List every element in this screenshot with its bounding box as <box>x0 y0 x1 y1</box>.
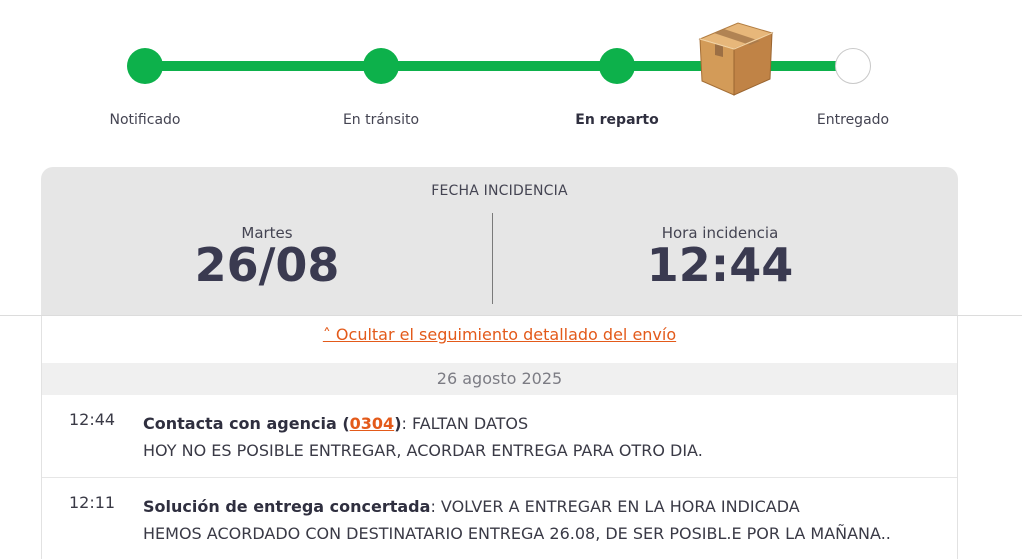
shipment-tracking-page: Notificado En tránsito En reparto Entreg… <box>0 0 1022 559</box>
progress-track-segment <box>396 61 608 71</box>
event-text: Contacta con agencia (0304): FALTAN DATO… <box>143 410 703 464</box>
step-label-en-transito: En tránsito <box>342 112 420 128</box>
progress-track-segment <box>160 61 372 71</box>
agency-code-link[interactable]: 0304 <box>350 414 395 433</box>
incidence-date-column: Martes 26/08 <box>67 224 467 290</box>
event-detail: HOY NO ES POSIBLE ENTREGAR, ACORDAR ENTR… <box>143 441 703 460</box>
step-node-en-reparto <box>599 48 635 84</box>
tracking-event: 12:44 Contacta con agencia (0304): FALTA… <box>42 395 957 478</box>
step-label-notificado: Notificado <box>109 112 181 128</box>
event-title-line: Contacta con agencia (0304): FALTAN DATO… <box>143 410 703 437</box>
step-node-entregado <box>835 48 871 84</box>
step-label-en-reparto: En reparto <box>575 112 659 128</box>
incidence-time-column: Hora incidencia 12:44 <box>520 224 920 290</box>
incidence-title: FECHA INCIDENCIA <box>431 183 568 199</box>
incidence-divider <box>492 213 493 304</box>
event-status: : FALTAN DATOS <box>401 414 529 433</box>
event-status: : VOLVER A ENTREGAR EN LA HORA INDICADA <box>430 497 800 516</box>
event-title-prefix: Contacta con agencia ( <box>143 414 350 433</box>
package-box-icon <box>698 22 774 96</box>
incidence-time: 12:44 <box>646 238 794 292</box>
step-label-entregado: Entregado <box>816 112 890 128</box>
incidence-card: FECHA INCIDENCIA Martes 26/08 Hora incid… <box>41 167 958 316</box>
event-title-line: Solución de entrega concertada: VOLVER A… <box>143 493 891 520</box>
event-title-suffix: ) <box>394 414 402 433</box>
step-node-en-transito <box>363 48 399 84</box>
tracking-date-header: 26 agosto 2025 <box>42 363 957 395</box>
step-node-notificado <box>127 48 163 84</box>
event-text: Solución de entrega concertada: VOLVER A… <box>143 493 891 547</box>
hide-tracking-link[interactable]: ˄ Ocultar el seguimiento detallado del e… <box>42 325 957 344</box>
incidence-date: 26/08 <box>194 238 340 292</box>
tracking-event: 12:11 Solución de entrega concertada: VO… <box>42 478 957 559</box>
event-title: Solución de entrega concertada <box>143 497 431 516</box>
event-detail: HEMOS ACORDADO CON DESTINATARIO ENTREGA … <box>143 524 891 543</box>
tracking-detail-panel: ˄ Ocultar el seguimiento detallado del e… <box>41 316 958 559</box>
event-time: 12:11 <box>69 493 116 512</box>
event-time: 12:44 <box>69 410 116 429</box>
